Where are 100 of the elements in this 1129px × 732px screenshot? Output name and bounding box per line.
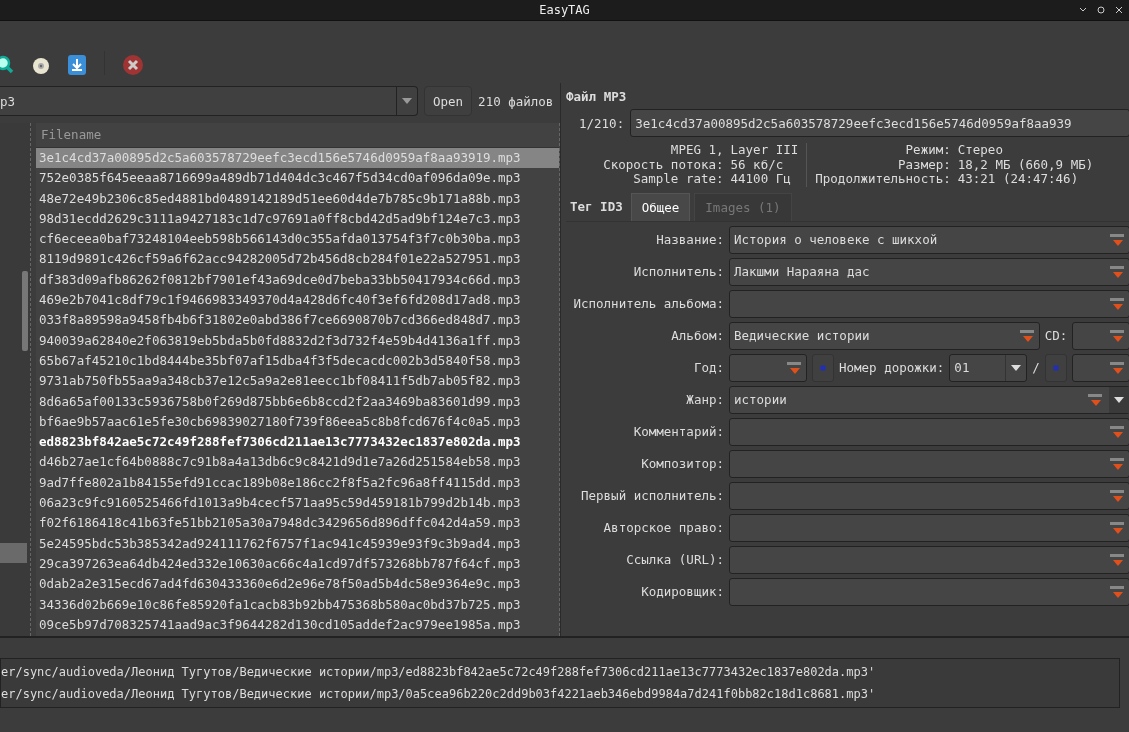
caret-icon [402,98,412,104]
input-field[interactable] [729,481,1129,510]
open-button[interactable]: Open [424,86,473,116]
file-count: 210 файлов [478,93,554,109]
input-field[interactable] [729,577,1129,606]
file-row[interactable]: f02f6186418c41b63fe51bb2105a30a7948dc3429656d896dffc042d4a59.mp3 [36,513,559,534]
file-row[interactable]: 8119d9891c426cf59a6f62acc94282005d72b456d8cb284f01e22a527951.mp3 [36,249,559,270]
field-label: Кодировщик: [640,584,724,599]
field-label: Название: [655,232,724,247]
text-type-icon [1109,583,1126,600]
file-row[interactable]: ed8823bf842ae5c72c49f288fef7306cd211ae13c7773432ec1837e802da.mp3 [36,432,559,453]
panel-title: Файл MP3 [566,88,628,106]
text-type-icon [1109,455,1126,472]
window-title: EasyTAG [539,3,590,17]
file-row[interactable]: 940039a62840e2f063819eb5bda5b0fd8832d2f3d732f4e59b4d4136a1ff.mp3 [36,330,559,351]
text-type-icon [1018,327,1035,344]
input-field[interactable] [729,449,1129,478]
number-button[interactable] [1045,353,1068,382]
file-row[interactable]: 8d6a65af00133c5936758b0f269d875bb6e6b8ccd2f2aa3469ba83601d99.mp3 [36,391,559,412]
file-row[interactable]: 033f8a89598a9458fb4b6f31802e0abd386f7ce6690870b7cd366ed848d7.mp3 [36,310,559,331]
stop-icon[interactable] [123,55,143,75]
info-label: Продолжительность: [815,172,951,187]
text-type-icon [1109,231,1126,248]
number-button[interactable] [812,353,834,382]
file-row[interactable]: bf6ae9b57aac61e5fe30cb69839027180f739f86eea5c8b8fcd676f4c0a5.mp3 [36,411,559,433]
field-label: Первый исполнитель: [580,488,724,503]
input-field[interactable]: Ведические истории [729,321,1040,350]
info-value: 18,2 МБ (660,9 МБ) [957,157,1094,172]
input-field[interactable] [729,513,1129,542]
field-label: Ссылка (URL): [625,552,724,567]
field-label: CD: [1044,328,1068,343]
log-line: er/sync/audioveda/Леонид Тугутов/Ведические истории/mp3/ed8823bf842ae5c72c49f288fef7306cd211ae13c7773432ec1837e802da.mp3' [1,664,877,681]
text-type-icon [1109,327,1126,344]
field-label: Жанр: [685,392,724,407]
text-type-icon [1109,423,1126,440]
disc-icon[interactable] [32,57,50,75]
info-label: MPEG 1, [669,143,724,158]
file-row[interactable]: 752e0385f645eeaa8716699a489db71d404dc3c467f5d34cd0af096da09e.mp3 [36,168,559,189]
file-row[interactable]: 65b67af45210c1bd8444be35bf07af15dba4f3f5decacdc002b3d5840f58.mp3 [36,350,559,372]
field-label: Авторское право: [602,520,724,535]
maximize-icon[interactable] [1097,6,1105,14]
separator: / [1032,360,1041,375]
input-field[interactable]: Лакшми Нараяна дас [729,257,1129,286]
info-value: Стерео [957,143,1004,158]
file-row[interactable]: 9731ab750fb55aa9a348cb37e12c5a9a2e81eecc1bf08411f5db7ab05f82.mp3 [36,371,559,392]
file-row[interactable]: 5e24595bdc53b385342ad924111762f6757f1ac941c45939e93f9c3b9ad4.mp3 [36,533,559,554]
log-line: er/sync/audioveda/Леонид Тугутов/Ведические истории/mp3/0a5cea96b220c2dd9b03f4221aeb346ebd9984a7d241f0bb82c18d1c8681.mp3' [1,686,877,703]
input-field[interactable] [1072,321,1129,350]
download-icon[interactable] [68,55,86,75]
file-row[interactable]: 98d31ecdd2629c3111a9427183c1d7c97691a0ff8cbd42d5ad9bf124e7c3.mp3 [36,208,559,230]
input-field[interactable] [729,289,1129,318]
text-type-icon [1109,551,1126,568]
filename-field[interactable]: 3e1c4cd37a00895d2c5a603578729eefc3ecd156e5746d0959af8aa939 [630,109,1129,137]
section-title: Тег ID3 [569,198,624,216]
input-field[interactable] [729,353,807,382]
input-field[interactable] [1072,353,1129,382]
info-label: Режим: [904,143,951,158]
info-value: 43:21 (24:47:46) [957,172,1080,187]
file-row[interactable]: 469e2b7041c8df79c1f9466983349370d4a428d6fc40f3ef6fd208d17ad8.mp3 [36,290,559,311]
info-label: Sample rate: [633,172,724,187]
tree-selection[interactable] [0,543,27,563]
path-combo[interactable]: p3 [0,86,418,116]
text-type-icon [1109,487,1126,504]
minimize-icon[interactable] [1079,6,1087,14]
text-type-icon [1087,391,1104,408]
info-label: Скорость потока: [603,157,724,172]
caret-icon [1011,364,1022,371]
info-value: 56 кб/с [730,157,785,172]
field-label: Композитор: [640,456,724,471]
scrollbar[interactable] [22,271,28,351]
caret-icon [1114,396,1125,403]
file-row[interactable]: 34336d02b669e10c86fe85920fa1cacb83b92bb475368b580ac0bd37b725.mp3 [36,594,559,615]
file-row[interactable]: 06a23c9fc9160525466fd1013a9b4cecf571aa95c59d459181b799d2b14b.mp3 [36,493,559,514]
file-row[interactable]: 09ce5b97d708325741aad9ac3f9644282d130cd105addef2ac979ee1985a.mp3 [36,614,559,636]
close-icon[interactable] [1115,6,1123,14]
file-row[interactable]: cf6eceea0baf73248104eeb598b566143d0c355afda013754f3f7c0b30ba.mp3 [36,229,559,250]
field-label: Исполнитель альбома: [572,296,724,311]
input-field[interactable] [729,417,1129,446]
field-label: Номер дорожки: [839,360,945,375]
search-icon[interactable] [0,55,14,75]
input-field[interactable] [729,545,1129,574]
text-type-icon [1109,359,1126,376]
input-field[interactable]: История о человеке с шикхой [729,225,1129,254]
text-type-icon [786,359,802,376]
field-label: Год: [692,360,724,375]
file-row[interactable]: 0dab2a2e315ecd67ad4fd630433360e6d2e96e78f50ad5b4dc58e9364e9c.mp3 [36,574,559,595]
genre-combo[interactable]: истории [729,385,1129,414]
track-combo[interactable]: 01 [949,353,1028,382]
text-type-icon [1109,519,1126,536]
info-label: Размер: [897,157,951,172]
file-row[interactable]: 9ad7ffe802a1b84155efd91ccac189b08e186cc2f8f5a2fc96a8ff4115dd.mp3 [36,472,559,494]
text-type-icon [1109,263,1126,280]
file-row[interactable]: 48e72e49b2306c85ed4881bd0489142189d51ee60d4de7b785c9b171a88b.mp3 [36,188,559,209]
file-row[interactable]: d46b27ae1cf64b0888c7c91b8a4a13db6c9c8421d9d1e7a26d251584eb58.mp3 [36,452,559,473]
info-value: 44100 Гц [730,172,792,187]
info-value: Layer III [730,143,799,158]
tab[interactable]: Общее [630,192,691,221]
file-row[interactable]: df383d09afb86262f0812bf7901ef43a69dce0d7beba33bb50417934c66d.mp3 [36,269,559,291]
text-type-icon [1109,295,1126,312]
file-row[interactable]: 29ca397263ea64db424ed332e10630ac66c4a1cd97df573268bb787f64cf.mp3 [36,553,559,575]
